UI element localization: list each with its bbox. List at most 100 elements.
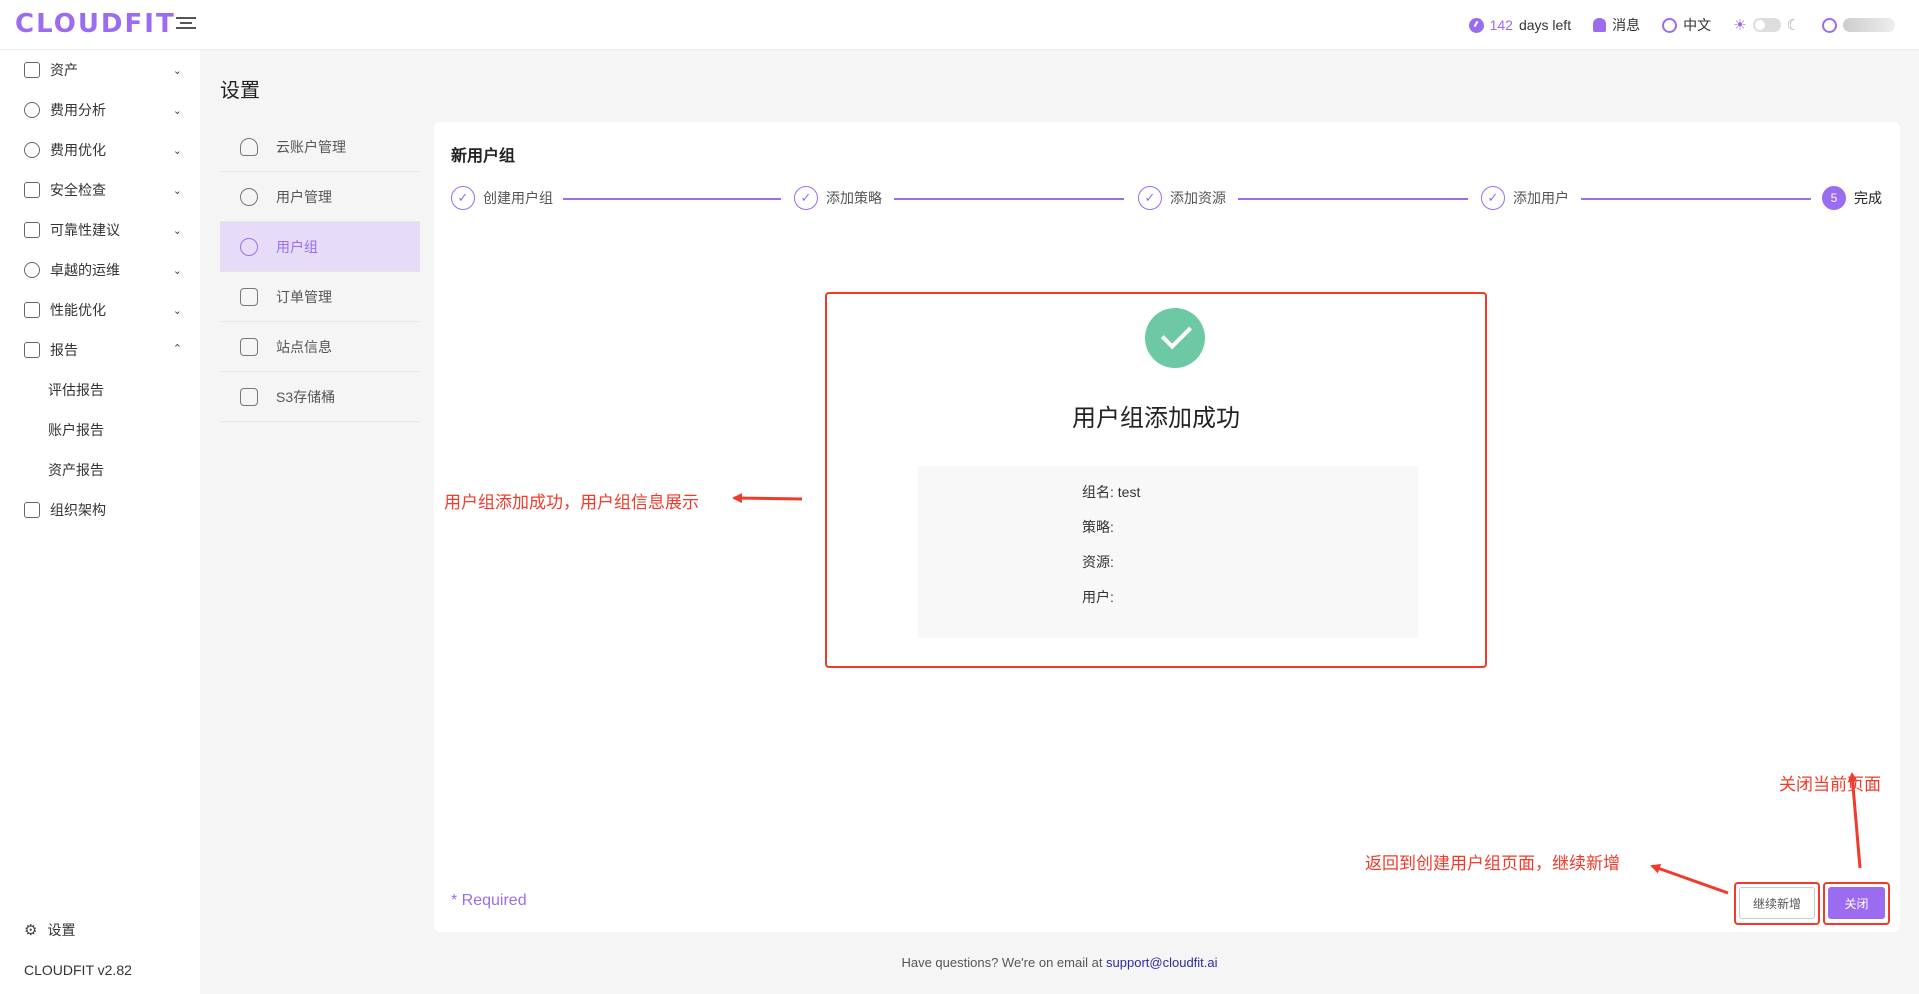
support-email-link[interactable]: support@cloudfit.ai xyxy=(1106,955,1217,970)
clipboard-icon xyxy=(240,287,258,306)
step-number: 5 xyxy=(1822,186,1846,210)
step-create-group: ✓ 创建用户组 xyxy=(451,186,563,210)
globe-icon xyxy=(1662,17,1678,33)
sidebar: 资产 ⌄ 费用分析 ⌄ 费用优化 ⌄ 安全检查 ⌄ 可靠性建议 ⌄ 卓越的运维 … xyxy=(0,50,200,994)
annotation-back: 返回到创建用户组页面，继续新增 xyxy=(1365,854,1620,873)
bell-icon xyxy=(1593,18,1607,32)
nav-assets[interactable]: 资产 ⌄ xyxy=(0,50,200,90)
step-connector xyxy=(894,198,1124,200)
close-button[interactable]: 关闭 xyxy=(1828,887,1885,919)
nav-cost-analysis[interactable]: 费用分析 ⌄ xyxy=(0,90,200,130)
step-connector xyxy=(1238,198,1468,200)
nav-performance[interactable]: 性能优化 ⌄ xyxy=(0,290,200,330)
language-switch[interactable]: 中文 xyxy=(1662,15,1711,35)
nav-label: 可靠性建议 xyxy=(50,222,120,238)
check-icon: ✓ xyxy=(451,186,475,210)
messages-label: 消息 xyxy=(1612,17,1641,33)
submenu-label: 用户管理 xyxy=(276,188,332,205)
chevron-down-icon: ⌄ xyxy=(172,185,182,197)
gear-icon: ⚙ xyxy=(24,922,38,939)
assets-icon xyxy=(24,62,40,78)
chevron-up-icon: ⌃ xyxy=(172,343,182,355)
app-logo[interactable]: CLOUDFIT xyxy=(15,9,176,39)
check-icon: ✓ xyxy=(1481,186,1505,210)
chevron-down-icon: ⌄ xyxy=(172,305,182,317)
theme-switch[interactable]: ☀ ☾ xyxy=(1733,16,1800,34)
theme-toggle[interactable] xyxy=(1752,18,1781,32)
nav-label: 安全检查 xyxy=(50,182,106,198)
cloud-eye-icon xyxy=(24,262,40,278)
moon-icon: ☾ xyxy=(1786,17,1800,34)
submenu-s3-buckets[interactable]: S3存储桶 xyxy=(220,372,420,422)
nav-asset-report[interactable]: 资产报告 xyxy=(0,450,200,490)
info-group-name: 组名: test xyxy=(1082,484,1141,500)
nav-settings[interactable]: ⚙ 设置 xyxy=(0,910,200,950)
username-blurred xyxy=(1843,18,1895,32)
user-avatar-icon xyxy=(1822,17,1837,33)
nav-label: 卓越的运维 xyxy=(50,262,120,278)
submenu-label: 用户组 xyxy=(276,238,318,255)
nav-reliability[interactable]: 可靠性建议 ⌄ xyxy=(0,210,200,250)
submenu-orders[interactable]: 订单管理 xyxy=(220,272,420,322)
nav-label: 组织架构 xyxy=(50,502,106,518)
step-label: 创建用户组 xyxy=(483,190,553,206)
bucket-icon xyxy=(240,387,258,406)
users-icon xyxy=(240,237,258,256)
chevron-down-icon: ⌄ xyxy=(172,145,182,157)
submenu-label: S3存储桶 xyxy=(276,388,336,405)
nav-operations[interactable]: 卓越的运维 ⌄ xyxy=(0,250,200,290)
card-title: 新用户组 xyxy=(451,148,516,165)
user-menu[interactable] xyxy=(1822,17,1895,33)
cloud-icon xyxy=(240,137,258,156)
performance-icon xyxy=(24,302,40,318)
chevron-down-icon: ⌄ xyxy=(172,105,182,117)
info-policy: 策略: xyxy=(1082,519,1114,535)
page-title: 设置 xyxy=(220,80,260,102)
step-connector xyxy=(561,198,781,200)
nav-label: 费用分析 xyxy=(50,102,106,118)
document-icon xyxy=(240,337,258,356)
submenu-label: 站点信息 xyxy=(276,338,332,355)
step-complete: 5 完成 xyxy=(1822,186,1882,210)
app-version: CLOUDFIT v2.82 xyxy=(24,962,132,978)
dashboard-icon xyxy=(24,102,40,118)
submenu-label: 订单管理 xyxy=(276,288,332,305)
step-add-user: ✓ 添加用户 xyxy=(1481,186,1579,210)
annotation-info: 用户组添加成功，用户组信息展示 xyxy=(444,493,699,512)
submenu-cloud-accounts[interactable]: 云账户管理 xyxy=(220,122,420,172)
nav-cost-optimization[interactable]: 费用优化 ⌄ xyxy=(0,130,200,170)
nav-label: 性能优化 xyxy=(50,302,106,318)
chevron-down-icon: ⌄ xyxy=(172,265,182,277)
nav-label: 资产 xyxy=(50,62,78,78)
sun-icon: ☀ xyxy=(1733,17,1747,34)
nav-organization[interactable]: 组织架构 xyxy=(0,490,200,530)
nav-reports[interactable]: 报告 ⌃ xyxy=(0,330,200,370)
menu-toggle-icon[interactable] xyxy=(176,14,196,34)
submenu-user-groups[interactable]: 用户组 xyxy=(220,222,420,272)
continue-add-button[interactable]: 继续新增 xyxy=(1739,887,1815,919)
user-icon xyxy=(240,187,258,206)
submenu-users[interactable]: 用户管理 xyxy=(220,172,420,222)
step-connector xyxy=(1581,198,1811,200)
info-user: 用户: xyxy=(1082,589,1114,605)
nav-assessment-report[interactable]: 评估报告 xyxy=(0,370,200,410)
step-label: 添加策略 xyxy=(826,190,882,206)
result-highlight-box: 用户组添加成功 组名: test 策略: 资源: 用户: xyxy=(825,292,1487,668)
days-left-label: days left xyxy=(1518,17,1572,33)
submenu-site-info[interactable]: 站点信息 xyxy=(220,322,420,372)
org-chart-icon xyxy=(24,502,40,518)
annotation-close: 关闭当前页面 xyxy=(1779,775,1881,794)
stepper: ✓ 创建用户组 ✓ 添加策略 ✓ 添加资源 ✓ 添加用户 5 完成 xyxy=(451,186,1883,212)
nav-label: 费用优化 xyxy=(50,142,106,158)
step-add-policy: ✓ 添加策略 xyxy=(794,186,892,210)
nav-account-report[interactable]: 账户报告 xyxy=(0,410,200,450)
nav-security-check[interactable]: 安全检查 ⌄ xyxy=(0,170,200,210)
trial-days: 142 days left xyxy=(1468,17,1572,33)
info-resource: 资源: xyxy=(1082,554,1114,570)
step-label: 添加用户 xyxy=(1513,190,1569,206)
footer: Have questions? We're on email at suppor… xyxy=(200,955,1919,970)
messages-link[interactable]: 消息 xyxy=(1593,15,1640,35)
check-icon: ✓ xyxy=(1138,186,1162,210)
group-info-panel: 组名: test 策略: 资源: 用户: xyxy=(918,466,1418,638)
new-user-group-card: 新用户组 ✓ 创建用户组 ✓ 添加策略 ✓ 添加资源 ✓ 添加用户 5 完成 用… xyxy=(434,122,1900,932)
